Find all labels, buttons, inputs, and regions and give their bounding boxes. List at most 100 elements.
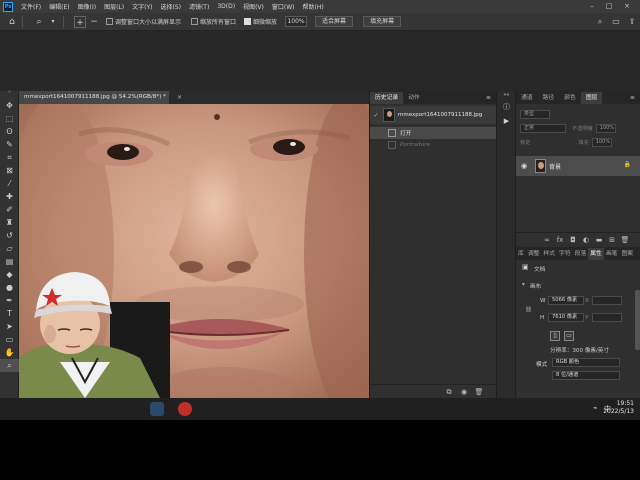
menu-type[interactable]: 文字(Y) [128, 2, 156, 11]
info-panel-icon[interactable]: ⓘ [497, 100, 516, 114]
search-icon[interactable]: ⌕ [594, 16, 606, 28]
landscape-orientation-icon[interactable]: ▭ [564, 331, 574, 341]
dodge-tool-icon[interactable]: ● [0, 281, 19, 294]
layer-row-background[interactable]: ◉ 背景 🔒 [516, 156, 640, 176]
fit-screen-button[interactable]: 适合屏幕 [315, 16, 354, 27]
new-group-icon[interactable]: ▬ [594, 235, 604, 245]
menu-file[interactable]: 文件(F) [17, 2, 45, 11]
scrubby-zoom-checkbox[interactable] [244, 18, 252, 25]
delete-state-icon[interactable]: 🗑 [474, 387, 484, 397]
taskbar-clock[interactable]: 19:51 2022/5/13 [603, 400, 634, 416]
close-window-icon[interactable]: × [620, 1, 634, 11]
visibility-eye-icon[interactable]: ◉ [519, 162, 529, 170]
zoom-level-field[interactable]: 100% [285, 16, 308, 27]
lasso-tool-icon[interactable]: ʘ [0, 125, 19, 138]
panel-menu-icon[interactable]: ≡ [625, 92, 640, 104]
toolbar-collapse-icon[interactable]: » [0, 89, 19, 97]
quick-select-tool-icon[interactable]: ✎ [0, 138, 19, 151]
network-icon[interactable]: ⌁ [593, 404, 597, 412]
brush-tool-icon[interactable]: ✐ [0, 203, 19, 216]
fill-field[interactable]: 100% [591, 137, 612, 147]
history-brush-tool-icon[interactable]: ↺ [0, 229, 19, 242]
history-snapshot[interactable]: ✓ mmexport1641007911188.jpg [370, 106, 496, 124]
fill-screen-button[interactable]: 填充屏幕 [363, 16, 402, 27]
tab-actions[interactable]: 动作 [403, 92, 425, 104]
properties-scrollbar[interactable] [635, 290, 640, 350]
taskbar-app-icon[interactable] [178, 402, 192, 416]
tab-layers[interactable]: 图层 [580, 92, 603, 104]
eraser-tool-icon[interactable]: ▱ [0, 242, 19, 255]
marquee-tool-icon[interactable]: ⬚ [0, 112, 19, 125]
crop-tool-icon[interactable]: ⌗ [0, 151, 19, 164]
minimize-icon[interactable]: – [585, 1, 599, 11]
history-source-icon[interactable]: ✓ [372, 112, 380, 119]
play-action-icon[interactable]: ▶ [497, 114, 516, 128]
tab-paths[interactable]: 路径 [538, 92, 560, 104]
healing-brush-tool-icon[interactable]: ✚ [0, 190, 19, 203]
workspace-icon[interactable]: ▭ [610, 16, 622, 28]
tool-preset-chevron-icon[interactable]: ▾ [47, 16, 59, 28]
layer-kind-dropdown[interactable]: 类型 [520, 109, 550, 119]
new-snapshot-icon[interactable]: ◉ [459, 387, 469, 397]
home-icon[interactable]: ⌂ [6, 16, 18, 28]
maximize-icon[interactable]: □ [602, 1, 616, 11]
link-layers-icon[interactable]: ∞ [542, 235, 552, 245]
y-field[interactable] [592, 313, 622, 322]
panel-menu-icon[interactable]: ≡ [481, 92, 496, 104]
share-icon[interactable]: ⇪ [626, 16, 638, 28]
close-document-icon[interactable]: × [175, 93, 184, 102]
pen-tool-icon[interactable]: ✒ [0, 294, 19, 307]
zoom-tool-icon[interactable]: ⌕ [33, 16, 45, 28]
delete-layer-icon[interactable]: 🗑 [620, 235, 630, 245]
blend-mode-dropdown[interactable]: 正常 [520, 123, 566, 133]
taskbar-app-icon[interactable] [150, 402, 164, 416]
opacity-field[interactable]: 100% [595, 123, 616, 133]
add-mask-icon[interactable]: ◘ [568, 235, 578, 245]
dock-expand-icon[interactable]: «« [497, 91, 516, 100]
collapse-section-icon[interactable]: ▾ [522, 282, 525, 288]
history-state-portraiture[interactable]: Portraiture [370, 139, 496, 151]
eyedropper-tool-icon[interactable]: ⁄ [0, 177, 19, 190]
tab-history[interactable]: 历史记录 [370, 92, 404, 104]
new-layer-icon[interactable]: ⊞ [607, 235, 617, 245]
tab-patterns[interactable]: 图案 [619, 248, 635, 260]
tab-channels[interactable]: 通道 [516, 92, 538, 104]
link-dimensions-icon[interactable]: ⛓ [525, 307, 532, 313]
document-tab[interactable]: mmexport1641007911188.jpg @ 54.2%(RGB/8*… [19, 91, 169, 104]
layer-style-icon[interactable]: fx [555, 235, 565, 245]
menu-edit[interactable]: 编辑(E) [45, 2, 73, 11]
frame-tool-icon[interactable]: ⊠ [0, 164, 19, 177]
menu-filter[interactable]: 滤镜(T) [185, 2, 213, 11]
tab-character[interactable]: 字符 [557, 248, 573, 260]
menu-window[interactable]: 窗口(W) [268, 2, 299, 11]
tab-color[interactable]: 颜色 [559, 92, 581, 104]
color-mode-dropdown[interactable]: RGB 颜色 [552, 358, 620, 367]
bit-depth-dropdown[interactable]: 8 位/通道 [552, 371, 620, 380]
x-field[interactable] [592, 296, 622, 305]
path-select-tool-icon[interactable]: ➤ [0, 320, 19, 333]
adjustment-layer-icon[interactable]: ◐ [581, 235, 591, 245]
new-document-from-state-icon[interactable]: ⧉ [444, 387, 454, 397]
hand-tool-icon[interactable]: ✋ [0, 346, 19, 359]
menu-image[interactable]: 图像(I) [74, 2, 100, 11]
tab-brushes[interactable]: 画笔 [604, 248, 620, 260]
zoom-out-icon[interactable]: − [88, 16, 100, 28]
type-tool-icon[interactable]: T [0, 307, 19, 320]
width-field[interactable]: 5066 像素 [548, 296, 584, 305]
tab-adjustments[interactable]: 调整 [526, 248, 542, 260]
clone-stamp-tool-icon[interactable]: ♜ [0, 216, 19, 229]
resize-windows-checkbox[interactable] [106, 18, 113, 25]
zoom-tool-active-icon[interactable]: ⌕ [0, 359, 19, 372]
tab-libraries[interactable]: 库 [516, 248, 526, 260]
menu-layer[interactable]: 图层(L) [100, 2, 128, 11]
shape-tool-icon[interactable]: ▭ [0, 333, 19, 346]
tab-styles[interactable]: 样式 [541, 248, 557, 260]
gradient-tool-icon[interactable]: ▤ [0, 255, 19, 268]
zoom-in-icon[interactable]: + [74, 15, 86, 28]
menu-view[interactable]: 视图(V) [239, 2, 268, 11]
history-state-open[interactable]: 打开 [370, 127, 496, 139]
move-tool-icon[interactable]: ✥ [0, 99, 19, 112]
zoom-all-windows-checkbox[interactable] [191, 18, 199, 25]
tab-properties[interactable]: 属性 [588, 248, 604, 260]
height-field[interactable]: 7610 像素 [548, 313, 584, 322]
